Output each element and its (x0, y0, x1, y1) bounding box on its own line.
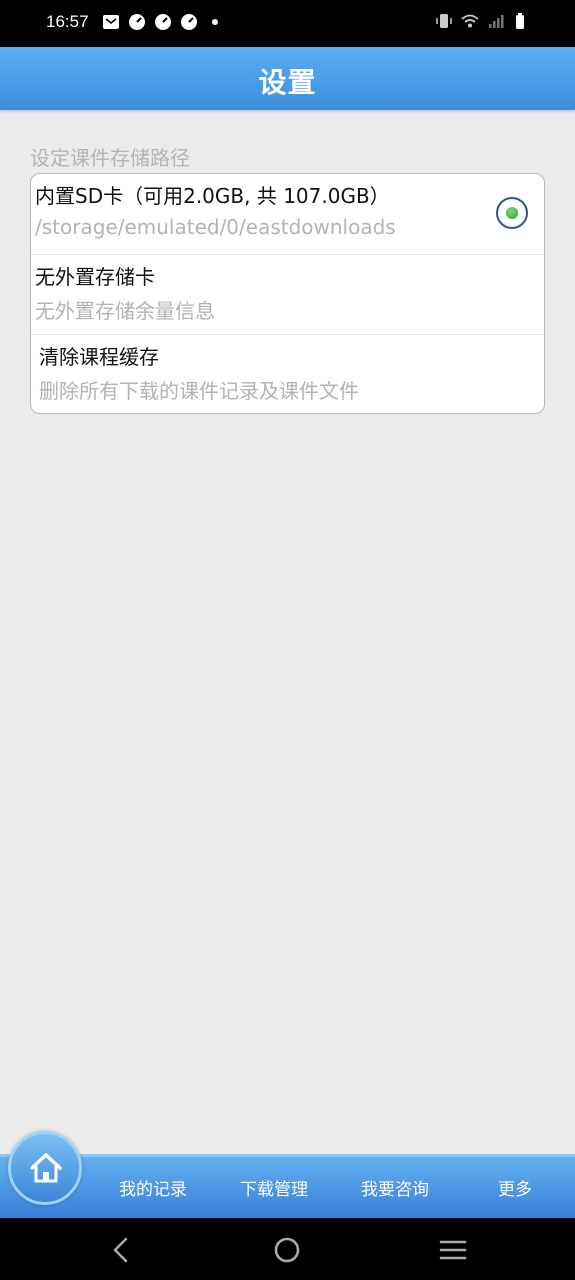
nav-my-records[interactable]: 我的记录 (103, 1175, 203, 1200)
settings-card: 内置SD卡（可用2.0GB, 共 107.0GB） /storage/emula… (30, 173, 545, 414)
wifi-icon (461, 14, 479, 28)
option-internal-sd[interactable]: 内置SD卡（可用2.0GB, 共 107.0GB） /storage/emula… (31, 174, 544, 254)
status-notification-icons (102, 13, 224, 31)
page-title: 设置 (258, 66, 317, 99)
dot-icon (212, 19, 218, 25)
nav-consult[interactable]: 我要咨询 (345, 1175, 445, 1200)
nav-download-manager[interactable]: 下载管理 (224, 1175, 324, 1200)
title-bar: 设置 (0, 47, 575, 110)
option-subtitle: 无外置存储余量信息 (35, 299, 215, 323)
option-title: 清除课程缓存 (39, 345, 159, 369)
option-clear-cache[interactable]: 清除课程缓存 删除所有下载的课件记录及课件文件 (31, 335, 544, 413)
radio-dot (506, 207, 518, 219)
mail-icon (103, 15, 119, 29)
option-subtitle: /storage/emulated/0/eastdownloads (35, 215, 396, 239)
home-button[interactable] (8, 1131, 82, 1205)
option-title: 无外置存储卡 (35, 265, 155, 289)
radio-selected-icon[interactable] (496, 197, 528, 229)
signal-icon (489, 15, 504, 28)
option-external-card[interactable]: 无外置存储卡 无外置存储余量信息 (31, 255, 544, 335)
menu-icon[interactable] (438, 1235, 468, 1265)
gauge-icon (181, 14, 197, 30)
system-nav-bar (0, 1218, 575, 1280)
gauge-icon (129, 14, 145, 30)
status-system-icons (435, 12, 531, 30)
option-subtitle: 删除所有下载的课件记录及课件文件 (39, 379, 359, 403)
vibrate-icon (436, 14, 452, 28)
status-bar: 16:57 (0, 0, 575, 47)
battery-icon (516, 13, 524, 29)
home-circle-icon[interactable] (272, 1235, 302, 1265)
home-icon (30, 1153, 62, 1183)
nav-more[interactable]: 更多 (465, 1175, 565, 1200)
back-icon[interactable] (106, 1235, 136, 1265)
option-title: 内置SD卡（可用2.0GB, 共 107.0GB） (35, 184, 390, 208)
status-time: 16:57 (46, 12, 89, 31)
section-label: 设定课件存储路径 (30, 146, 190, 170)
gauge-icon (155, 14, 171, 30)
